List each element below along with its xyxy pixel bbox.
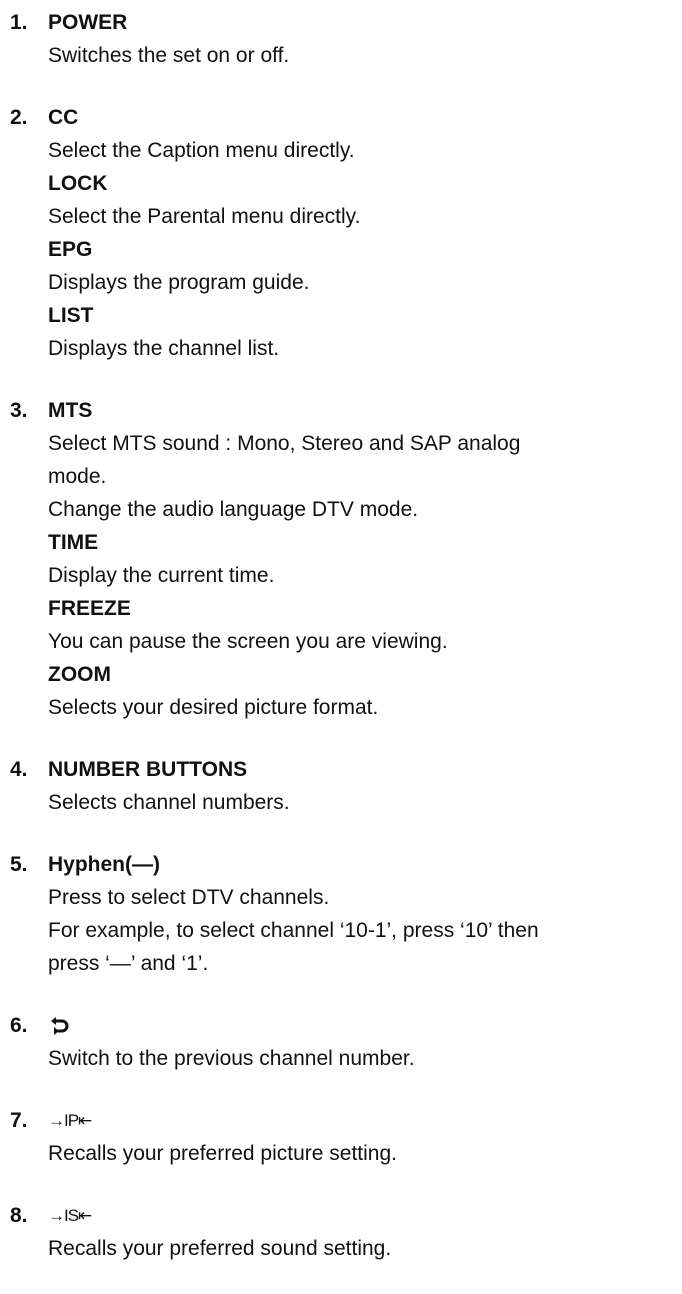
item-description: Switch to the previous channel number. [48,1047,415,1070]
item-description: Select MTS sound : Mono, Stereo and SAP … [48,432,521,455]
item-cc: 2. CC Select the Caption menu directly. … [10,101,678,365]
picture-mode-icon: →IP⇤ [48,1111,92,1130]
item-title: CC [48,106,79,129]
item-description: Change the audio language DTV mode. [48,498,419,521]
item-description: Selects channel numbers. [48,791,290,814]
item-number: 1. [10,11,28,34]
sub-title-time: TIME [48,531,99,554]
item-sound-mode: 8. →IS⇤ Recalls your preferred sound set… [10,1199,678,1265]
item-power: 1. POWER Switches the set on or off. [10,6,678,72]
sound-mode-icon: →IS⇤ [48,1206,92,1225]
item-description: Press to select DTV channels. [48,886,330,909]
item-number: 4. [10,758,28,781]
item-hyphen: 5. Hyphen(—) Press to select DTV channel… [10,848,678,980]
item-description: mode. [48,465,107,488]
item-description: Recalls your preferred picture setting. [48,1142,397,1165]
sub-description: Displays the program guide. [48,271,310,294]
item-title: Hyphen(—) [48,853,160,876]
item-previous-channel: 6. Switch to the previous channel number… [10,1009,678,1075]
item-mts: 3. MTS Select MTS sound : Mono, Stereo a… [10,394,678,724]
item-title: MTS [48,399,93,422]
item-number-buttons: 4. NUMBER BUTTONS Selects channel number… [10,753,678,819]
sub-title-lock: LOCK [48,172,108,195]
item-description: press ‘—’ and ‘1’. [48,952,209,975]
item-number: 2. [10,106,28,129]
sub-description: Select the Parental menu directly. [48,205,361,228]
item-title: NUMBER BUTTONS [48,758,248,781]
sub-title-list: LIST [48,304,94,327]
sub-description: Selects your desired picture format. [48,696,379,719]
sub-description: Displays the channel list. [48,337,280,360]
sub-description: You can pause the screen you are viewing… [48,630,448,653]
previous-channel-icon [50,1016,70,1035]
item-description: Switches the set on or off. [48,44,290,67]
sub-description: Display the current time. [48,564,275,587]
item-picture-mode: 7. →IP⇤ Recalls your preferred picture s… [10,1104,678,1170]
item-number: 7. [10,1109,28,1132]
item-description: Select the Caption menu directly. [48,139,355,162]
item-description: For example, to select channel ‘10-1’, p… [48,919,539,942]
item-number: 6. [10,1014,28,1037]
item-title: POWER [48,11,128,34]
sub-title-freeze: FREEZE [48,597,131,620]
item-number: 8. [10,1204,28,1227]
remote-button-descriptions: 1. POWER Switches the set on or off. 2. … [10,6,678,1294]
item-number: 5. [10,853,28,876]
item-number: 3. [10,399,28,422]
sub-title-zoom: ZOOM [48,663,111,686]
sub-title-epg: EPG [48,238,93,261]
